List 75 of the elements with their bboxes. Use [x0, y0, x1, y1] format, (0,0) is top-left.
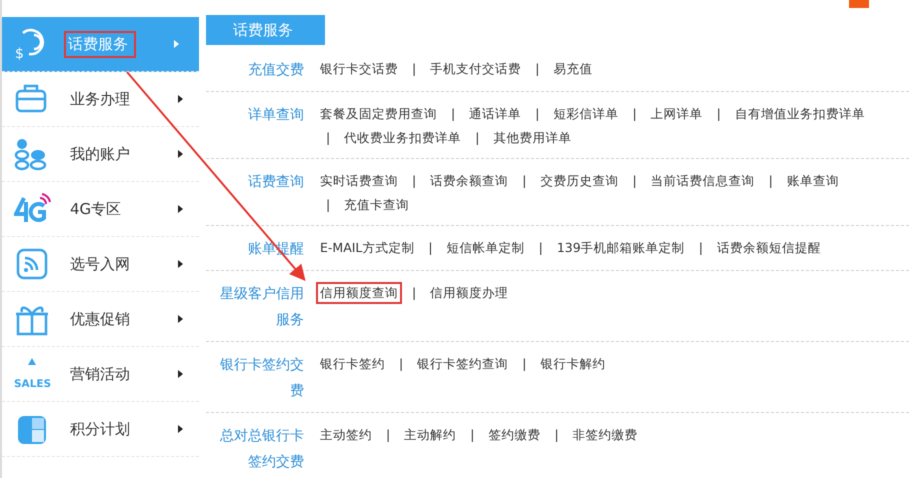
separator: |	[385, 426, 392, 444]
separator: |	[538, 239, 544, 257]
service-link[interactable]: 短彩信详单	[549, 103, 622, 125]
service-link[interactable]: 银行卡解约	[536, 353, 610, 375]
separator: |	[469, 426, 476, 444]
service-link[interactable]: 上网详单	[646, 103, 707, 125]
service-link[interactable]: 银行卡交话费	[316, 58, 402, 80]
separator: |	[553, 426, 560, 444]
separator: |	[398, 355, 404, 373]
caret-icon	[178, 260, 183, 268]
separator: |	[521, 172, 528, 190]
service-link[interactable]: 手机支付交话费	[426, 58, 526, 80]
section-heading: 话费服务	[206, 15, 325, 45]
separator: |	[411, 172, 418, 190]
category-title: 详单查询	[247, 106, 304, 125]
service-link[interactable]: 易充值	[549, 58, 596, 80]
service-link[interactable]: 当前话费信息查询	[646, 170, 759, 192]
service-link[interactable]: 信用额度办理	[426, 282, 512, 304]
caret-icon	[178, 315, 183, 323]
service-link[interactable]: 话费余额短信提醒	[712, 237, 825, 259]
sidebar-label: 话费服务	[64, 30, 136, 58]
caret-icon	[178, 205, 183, 213]
separator: |	[631, 105, 638, 123]
sidebar-label: 优惠促销	[69, 308, 131, 330]
separator: |	[534, 60, 540, 78]
service-link[interactable]: E-MAIL方式定制	[316, 237, 418, 259]
separator: |	[411, 284, 418, 302]
category-title: 充值交费	[247, 61, 304, 80]
service-link[interactable]: 代收费业务扣费详单	[340, 127, 466, 149]
service-link[interactable]: 充值卡查询	[340, 194, 414, 216]
service-link[interactable]: 非签约缴费	[568, 424, 642, 446]
separator: |	[325, 129, 332, 147]
separator: |	[450, 105, 456, 123]
service-link[interactable]: 签约缴费	[484, 424, 544, 446]
caret-icon	[174, 40, 179, 48]
separator: |	[474, 129, 480, 147]
category-title: 星级客户信用服务	[219, 285, 304, 330]
separator: |	[698, 239, 704, 257]
service-link[interactable]: 短信帐单定制	[442, 237, 529, 259]
separator: |	[427, 239, 434, 257]
sidebar-label: 4G专区	[69, 198, 122, 220]
separator: |	[716, 105, 722, 123]
category-title: 银行卡签约交费	[219, 356, 304, 401]
sidebar-label: 营销活动	[69, 364, 131, 384]
service-link[interactable]: 交费历史查询	[536, 170, 622, 192]
logo-fragment	[849, 0, 869, 8]
caret-icon	[178, 425, 183, 433]
caret-icon	[178, 95, 183, 103]
separator: |	[411, 60, 418, 78]
sidebar-label: 选号入网	[69, 254, 131, 274]
service-link[interactable]: 主动解约	[400, 424, 460, 446]
service-link[interactable]: 主动签约	[316, 424, 376, 446]
service-link[interactable]: 其他费用详单	[489, 127, 576, 149]
category-title: 总对总银行卡签约交费	[219, 427, 304, 472]
sidebar-label: 业务办理	[69, 88, 131, 110]
sidebar-label: 我的账户	[69, 144, 131, 164]
service-link[interactable]: 通话详单	[465, 103, 526, 125]
separator: |	[521, 355, 528, 373]
separator: |	[768, 172, 774, 190]
caret-icon	[178, 150, 183, 158]
separator: |	[325, 196, 332, 214]
sidebar-label: 积分计划	[69, 418, 131, 440]
service-link[interactable]: 银行卡签约查询	[413, 353, 512, 375]
service-link[interactable]: 套餐及固定费用查询	[316, 103, 441, 125]
service-link[interactable]: 银行卡签约	[316, 353, 389, 375]
service-link[interactable]: 实时话费查询	[316, 170, 402, 192]
service-link[interactable]: 话费余额查询	[426, 170, 512, 192]
separator: |	[631, 172, 638, 190]
category-title: 话费查询	[247, 173, 304, 192]
service-link[interactable]: 信用额度查询	[316, 282, 402, 304]
separator: |	[534, 105, 540, 123]
caret-icon	[178, 370, 183, 378]
service-link[interactable]: 自有增值业务扣费详单	[730, 103, 869, 125]
service-link[interactable]: 139手机邮箱账单定制	[552, 237, 689, 259]
service-link[interactable]: 账单查询	[782, 170, 843, 192]
